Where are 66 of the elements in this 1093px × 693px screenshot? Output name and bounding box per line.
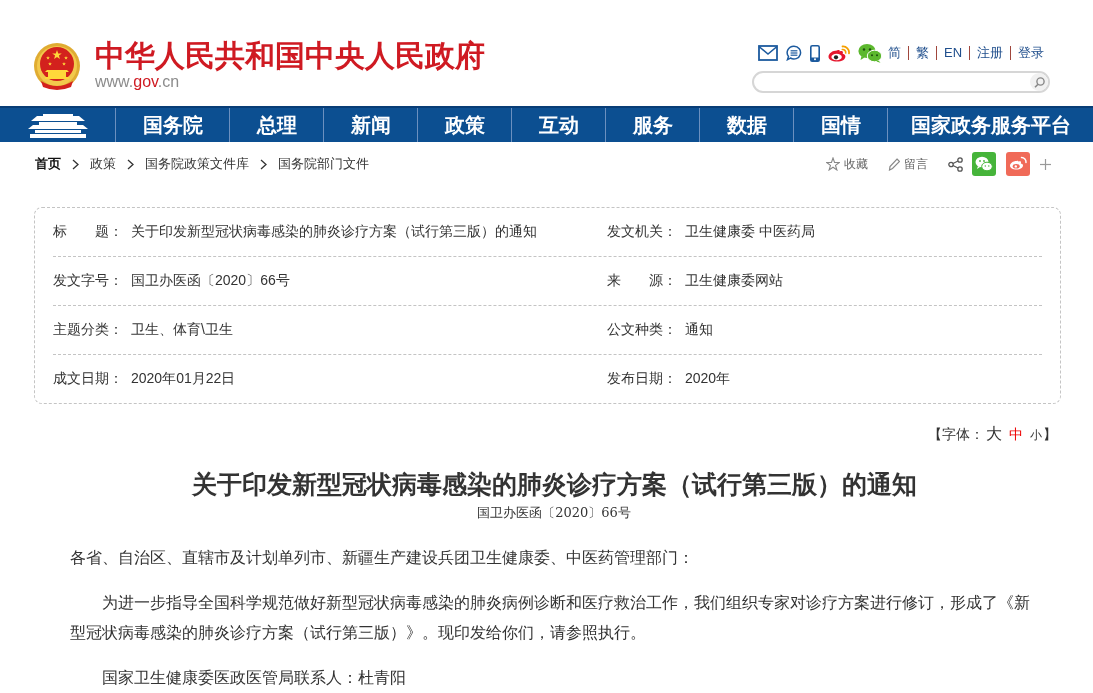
- paragraph: 为进一步指导全国科学规范做好新型冠状病毒感染的肺炎病例诊断和医疗救治工作，我们组织专家对诊疗方案进行修订，形成了《新型冠状病毒感染的肺炎诊疗方案（试行第三版）》。现印发给你们，请参照执行。: [70, 593, 1031, 643]
- emblem-logo: [33, 43, 81, 91]
- nav-link[interactable]: 国家政务服务平台: [887, 108, 1093, 142]
- share-icon[interactable]: [948, 156, 963, 172]
- field-value: 关于印发新型冠状病毒感染的肺炎诊疗方案（试行第三版）的通知: [131, 223, 537, 241]
- article-title: 关于印发新型冠状病毒感染的肺炎诊疗方案（试行第三版）的通知: [190, 469, 918, 500]
- field-label: 成文日期：: [53, 370, 123, 388]
- site-url: www.gov.cn: [95, 72, 180, 92]
- chevron-right-icon: [260, 158, 267, 170]
- header-link[interactable]: 注册: [969, 46, 1011, 60]
- breadcrumb-link[interactable]: 首页: [35, 155, 61, 173]
- weibo-icon[interactable]: [828, 44, 850, 62]
- document-number: 国卫办医函〔2020〕66号: [476, 504, 632, 522]
- header-link[interactable]: 登录: [1010, 46, 1052, 60]
- chevron-right-icon: [72, 158, 79, 170]
- nav-link[interactable]: 互动: [511, 108, 605, 142]
- font-size-label: 【字体：: [928, 425, 984, 444]
- header-link[interactable]: 繁: [908, 46, 936, 60]
- pencil-icon: [888, 157, 900, 171]
- field-value: 卫生、体育\卫生: [131, 321, 233, 339]
- nav-link[interactable]: 国务院: [115, 108, 229, 142]
- header-link[interactable]: EN: [936, 46, 970, 60]
- field-label: 公文种类：: [607, 321, 677, 339]
- action-link[interactable]: 留言: [888, 155, 928, 173]
- field-label: 发文字号：: [53, 272, 123, 290]
- paragraph: 各省、自治区、直辖市及计划单列市、新疆生产建设兵团卫生健康委、中医药管理部门：: [70, 548, 695, 568]
- field-value: 卫生健康委网站: [685, 272, 783, 290]
- chat-bubble-icon[interactable]: [786, 45, 802, 61]
- field-value: 卫生健康委 中医药局: [685, 223, 815, 241]
- paragraph: 国家卫生健康委医政医管局联系人：杜青阳: [101, 668, 407, 688]
- search-field[interactable]: [752, 71, 1050, 93]
- field-label: 发布日期：: [607, 370, 677, 388]
- wechat-icon[interactable]: [972, 152, 996, 176]
- field-value: 通知: [685, 321, 713, 339]
- header-link[interactable]: 简: [888, 46, 908, 60]
- envelope-icon[interactable]: [758, 45, 778, 61]
- phone-icon[interactable]: [810, 44, 820, 62]
- gate-building-icon[interactable]: [27, 112, 88, 138]
- nav-link[interactable]: 政策: [417, 108, 511, 142]
- search-icon: [1033, 76, 1045, 88]
- font-size-option[interactable]: 大: [986, 421, 1002, 447]
- field-value: 2020年01月22日: [131, 370, 236, 388]
- nav-link[interactable]: 服务: [605, 108, 699, 142]
- field-label: 主题分类：: [53, 321, 123, 339]
- font-size-option[interactable]: 小: [1030, 422, 1042, 448]
- plus-icon[interactable]: [1040, 158, 1051, 170]
- site-title: 中华人民共和国中央人民政府: [95, 40, 485, 72]
- nav-link[interactable]: 新闻: [323, 108, 417, 142]
- breadcrumb-link[interactable]: 国务院部门文件: [278, 155, 369, 173]
- field-value: 2020年: [685, 370, 731, 388]
- closing-bracket: 】: [1043, 425, 1057, 444]
- breadcrumb-link[interactable]: 政策: [90, 155, 116, 173]
- action-link[interactable]: 收藏: [826, 155, 868, 173]
- breadcrumb-link[interactable]: 国务院政策文件库: [145, 155, 249, 173]
- nav-link[interactable]: 数据: [699, 108, 793, 142]
- chevron-right-icon: [127, 158, 134, 170]
- wechat-icon[interactable]: [858, 43, 882, 63]
- field-label: 来 源：: [607, 272, 677, 290]
- search-button[interactable]: [1030, 73, 1048, 91]
- field-value: 国卫办医函〔2020〕66号: [131, 272, 290, 290]
- field-label: 标 题：: [53, 223, 123, 241]
- font-size-option[interactable]: 中: [1009, 421, 1023, 447]
- field-label: 发文机关：: [607, 223, 677, 241]
- star-icon: [826, 157, 840, 171]
- nav-link[interactable]: 国情: [793, 108, 887, 142]
- nav-link[interactable]: 总理: [229, 108, 323, 142]
